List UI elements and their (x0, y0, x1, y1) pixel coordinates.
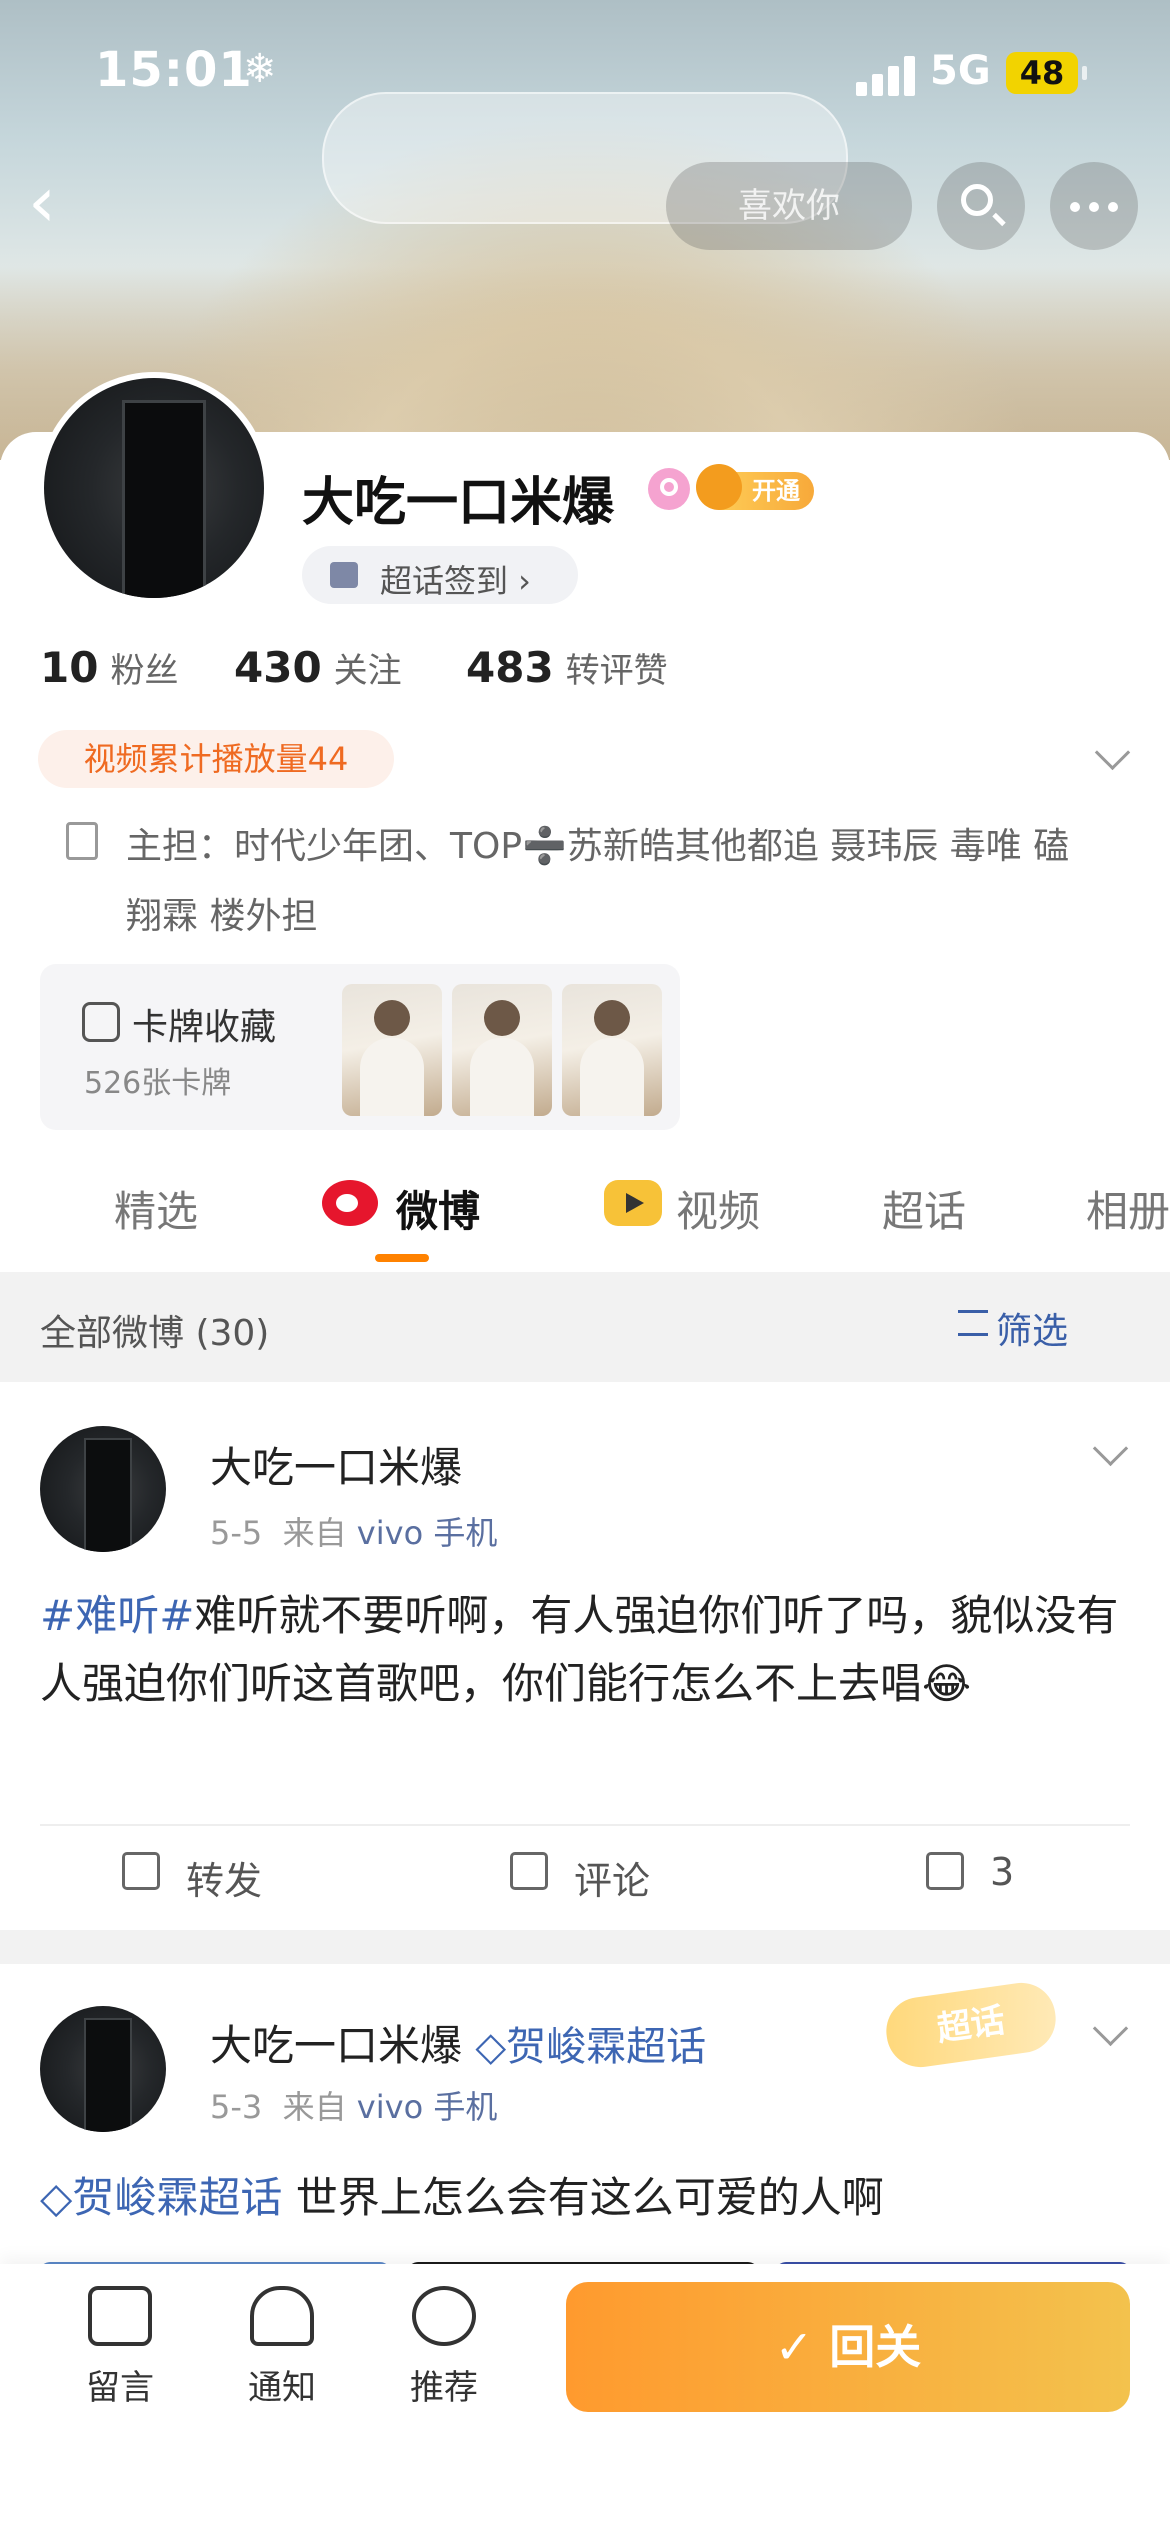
stat-engagement[interactable]: 483 转评赞 (466, 643, 668, 692)
card-thumbnail (562, 984, 662, 1116)
post-author[interactable]: 大吃一口米爆 ◇贺峻霖超话 (210, 2012, 706, 2073)
filter-button[interactable]: 筛选 (958, 1302, 1068, 1354)
stat-following[interactable]: 430 关注 (234, 643, 402, 692)
search-button[interactable] (937, 162, 1025, 250)
card-thumbnail (342, 984, 442, 1116)
card-collection[interactable]: 卡牌收藏 526张卡牌 (40, 964, 680, 1130)
filter-bar: 全部微博 (30) 筛选 (0, 1272, 1170, 1382)
tab-video[interactable]: 视频 (676, 1178, 760, 1239)
vip-badge[interactable]: 开通 (696, 464, 814, 510)
notify-button[interactable]: 通知 (222, 2286, 342, 2409)
tab-featured[interactable]: 精选 (114, 1178, 198, 1239)
repost-icon (122, 1852, 160, 1890)
bio-text: 主担：时代少年团、TOP➗苏新皓其他都追 聂玮辰 毒唯 磕翔霖 楼外担 (126, 826, 1070, 937)
post-separator (0, 1930, 1170, 1964)
like-pill[interactable]: 喜欢你 (666, 162, 912, 250)
tab-active-indicator (375, 1254, 429, 1262)
post-body: #难听#难听就不要听啊，有人强迫你们听了吗，貌似没有人强迫你们听这首歌吧，你们能… (40, 1591, 1119, 1708)
recommend-button[interactable]: 推荐 (384, 2286, 504, 2409)
post-menu-chevron-icon[interactable] (1092, 1430, 1129, 1467)
calendar-icon (330, 562, 358, 588)
video-logo-icon (604, 1180, 662, 1226)
tab-supertopic[interactable]: 超话 (882, 1178, 966, 1239)
post-topic-link[interactable]: ◇贺峻霖超话 (40, 2173, 282, 2222)
post-menu-chevron-icon[interactable] (1092, 2010, 1129, 2047)
comment-icon (510, 1852, 548, 1890)
battery-icon: 48 (1006, 52, 1078, 94)
chevron-up-circle-icon (412, 2286, 476, 2346)
comment-button[interactable]: 评论 (510, 1850, 650, 1905)
profile-name: 大吃一口米爆 (302, 473, 615, 533)
tab-weibo[interactable]: 微博 (396, 1178, 480, 1239)
card-thumbnail (452, 984, 552, 1116)
card-collection-count: 526张卡牌 (84, 1066, 232, 1101)
more-button[interactable] (1050, 162, 1138, 250)
back-button[interactable]: ‹ (28, 167, 88, 242)
bell-icon (250, 2286, 314, 2346)
more-icon (1070, 202, 1118, 212)
post-count: 全部微博 (30) (40, 1313, 270, 1354)
post-avatar[interactable] (40, 2006, 166, 2132)
crown-icon (696, 464, 742, 510)
status-time: 15:01 (95, 42, 253, 98)
post-body: ◇贺峻霖超话 世界上怎么会有这么可爱的人啊 (40, 2173, 884, 2222)
card-collection-title: 卡牌收藏 (132, 1007, 277, 1048)
battery-tip (1082, 66, 1087, 80)
checkin-button[interactable]: 超话签到 › (302, 546, 578, 604)
message-icon (88, 2286, 152, 2346)
video-play-count[interactable]: 视频累计播放量44 (38, 730, 394, 788)
post-meta: 5-3 来自 vivo 手机 (210, 2088, 498, 2126)
document-icon (66, 822, 98, 860)
follow-back-button[interactable]: ✓ 回关 (566, 2282, 1130, 2412)
like-button[interactable]: 3 (926, 1850, 1014, 1894)
post-meta: 5-5 来自 vivo 手机 (210, 1514, 498, 1552)
post-topic-link[interactable]: #难听# (40, 1591, 194, 1640)
network-type: 5G (930, 48, 991, 94)
supertopic-sticker: 超话 (881, 1978, 1061, 2072)
signal-icon (856, 56, 918, 96)
tab-album[interactable]: 相册 (1086, 1178, 1170, 1239)
female-badge-icon (648, 468, 690, 510)
message-button[interactable]: 留言 (60, 2286, 180, 2409)
avatar[interactable] (38, 372, 270, 604)
snowflake-icon: ❄ (243, 46, 277, 92)
filter-icon (958, 1310, 988, 1336)
thumbs-up-icon (926, 1852, 964, 1890)
card-icon (82, 1002, 120, 1042)
stat-fans[interactable]: 10 粉丝 (40, 643, 178, 692)
checkin-label: 超话签到 › (380, 562, 531, 600)
post-author[interactable]: 大吃一口米爆 (210, 1434, 462, 1495)
post-avatar[interactable] (40, 1426, 166, 1552)
repost-button[interactable]: 转发 (122, 1850, 262, 1905)
divider (40, 1824, 1130, 1826)
weibo-logo-icon (322, 1180, 378, 1226)
search-icon (961, 184, 993, 216)
supertopic-tag[interactable]: ◇贺峻霖超话 (475, 2024, 706, 2070)
